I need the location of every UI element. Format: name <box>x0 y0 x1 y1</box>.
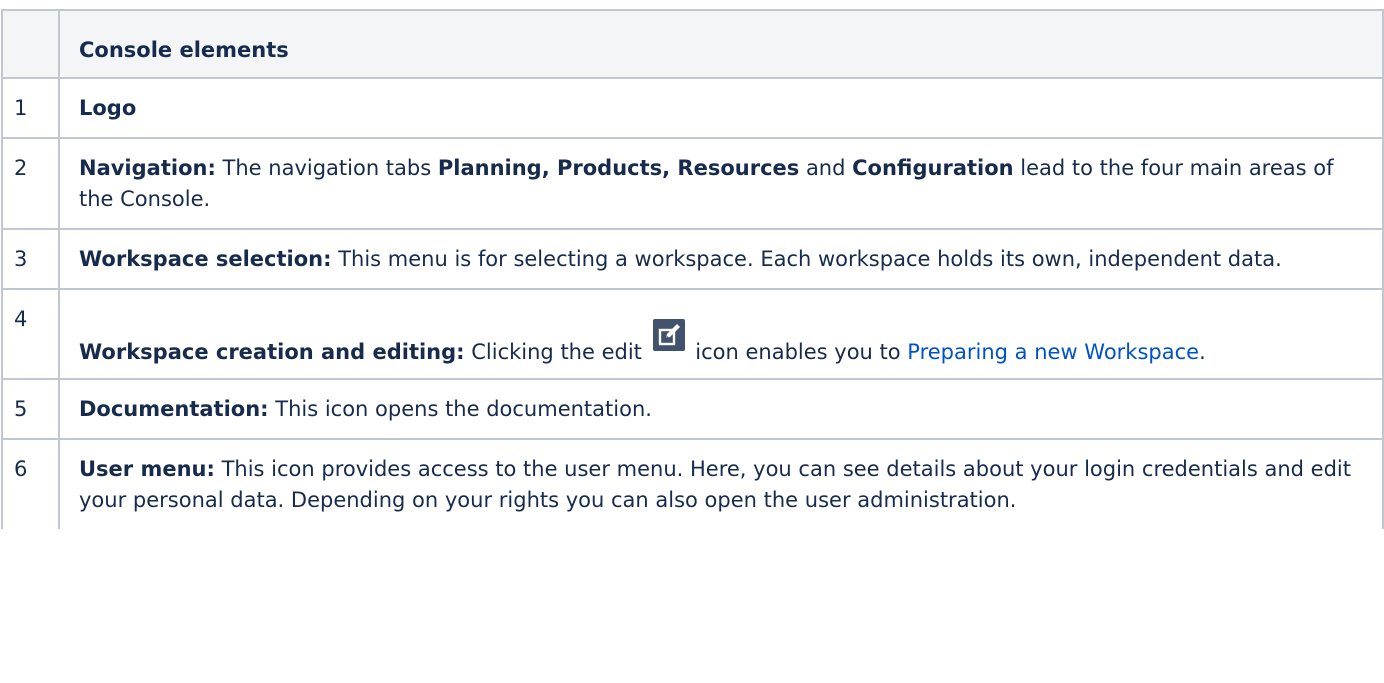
row-description: Logo <box>58 77 1384 139</box>
row-text: This icon provides access to the user me… <box>79 457 1351 512</box>
row-description: Workspace selection: This menu is for se… <box>58 228 1384 290</box>
header-title: Console elements <box>58 9 1384 79</box>
row-description: Navigation: The navigation tabs Planning… <box>58 137 1384 230</box>
row-text: Clicking the edit <box>464 340 649 364</box>
table-row: 5 Documentation: This icon opens the doc… <box>1 378 1384 440</box>
row-text: This icon opens the documentation. <box>268 397 652 421</box>
row-number: 1 <box>1 77 60 139</box>
row-title: Documentation: <box>79 397 269 421</box>
row-description: User menu: This icon provides access to … <box>58 438 1384 529</box>
row-text: This menu is for selecting a workspace. … <box>331 247 1282 271</box>
row-title: Logo <box>79 96 137 120</box>
row-emphasis: Planning, Products, Resources <box>437 156 800 180</box>
edit-icon <box>652 319 685 351</box>
row-text: The navigation tabs <box>215 156 438 180</box>
table-header-row: Console elements <box>1 9 1384 79</box>
table-row: 3 Workspace selection: This menu is for … <box>1 228 1384 290</box>
table-row: 6 User menu: This icon provides access t… <box>1 438 1384 529</box>
row-text: . <box>1199 340 1206 364</box>
row-text: icon enables you to <box>688 340 908 364</box>
row-title: Navigation: <box>79 156 216 180</box>
row-text: and <box>799 156 853 180</box>
row-title: Workspace creation and editing: <box>79 340 465 364</box>
row-number: 5 <box>1 378 60 440</box>
row-title: Workspace selection: <box>79 247 332 271</box>
preparing-workspace-link[interactable]: Preparing a new Workspace <box>907 340 1199 364</box>
row-title: User menu: <box>79 457 215 481</box>
row-description: Documentation: This icon opens the docum… <box>58 378 1384 440</box>
table-row: 1 Logo <box>1 77 1384 139</box>
row-emphasis: Configuration <box>852 156 1014 180</box>
row-description: Workspace creation and editing: Clicking… <box>58 288 1384 380</box>
row-number: 2 <box>1 137 60 230</box>
table-row: 4 Workspace creation and editing: Clicki… <box>1 288 1384 380</box>
row-number: 3 <box>1 228 60 290</box>
row-number: 6 <box>1 438 60 529</box>
row-number: 4 <box>1 288 60 380</box>
console-elements-table: Console elements 1 Logo 2 Navigation: Th… <box>1 9 1384 529</box>
table-row: 2 Navigation: The navigation tabs Planni… <box>1 137 1384 230</box>
header-number-cell <box>1 9 60 79</box>
